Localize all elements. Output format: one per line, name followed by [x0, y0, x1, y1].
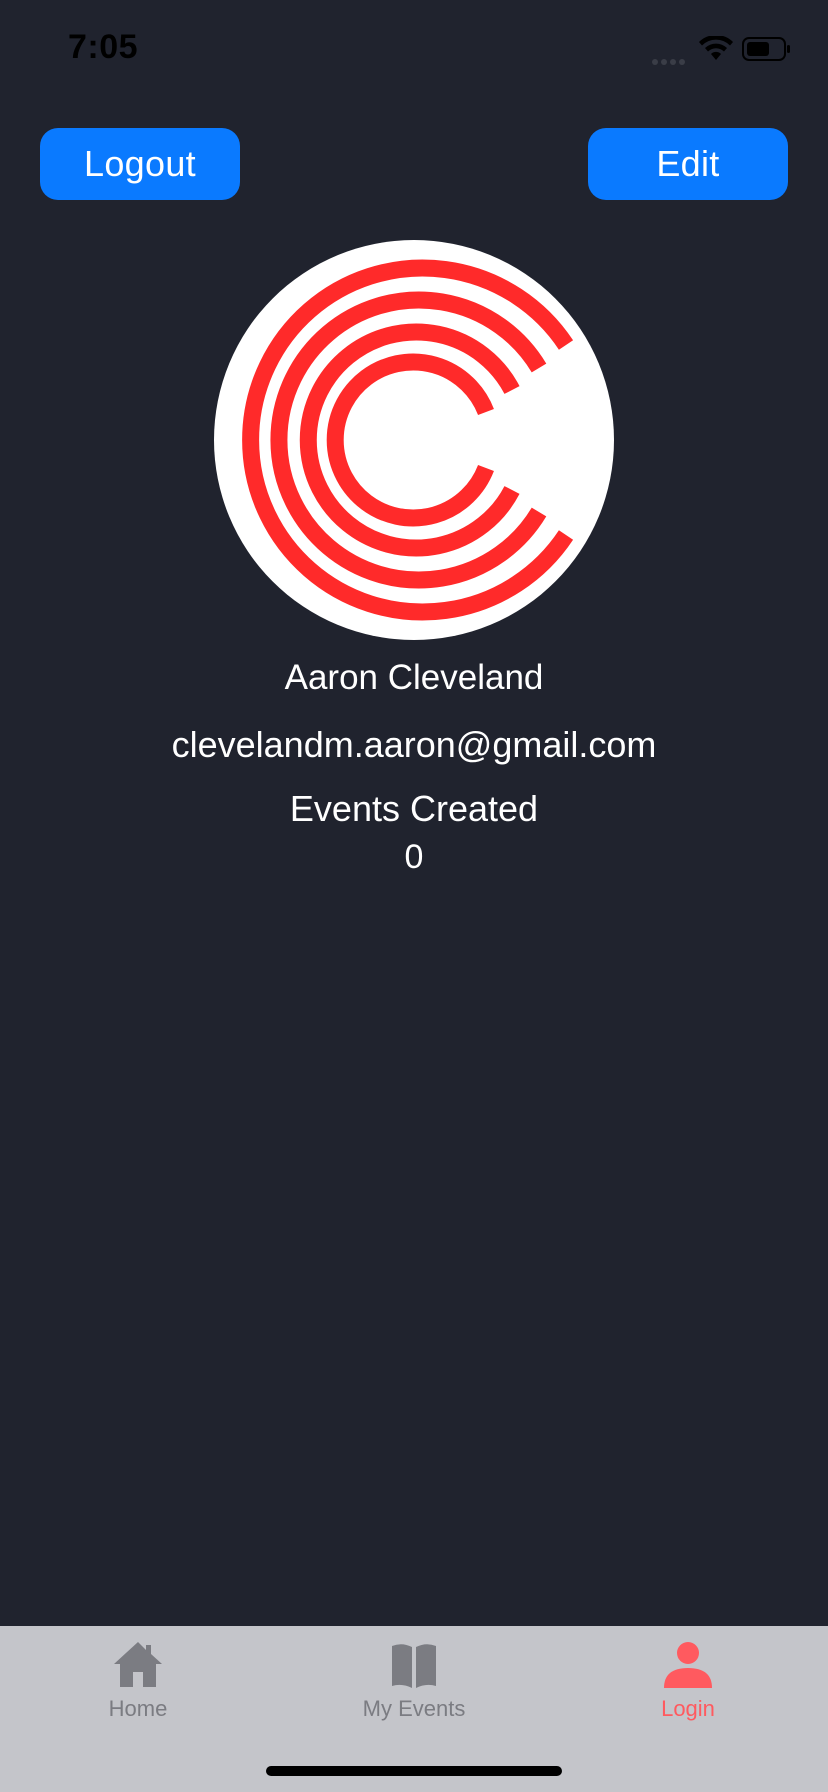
avatar	[214, 240, 614, 640]
events-created-label: Events Created	[289, 788, 539, 829]
battery-icon	[742, 37, 792, 61]
logout-button[interactable]: Logout	[40, 128, 240, 200]
user-name: Aaron Cleveland	[284, 658, 544, 697]
home-indicator[interactable]	[266, 1766, 562, 1776]
status-bar: 7:05	[0, 0, 828, 100]
tab-login-label: Login	[661, 1696, 715, 1721]
tab-home[interactable]: Home	[38, 1626, 238, 1726]
wifi-icon	[698, 34, 734, 62]
user-icon	[663, 1640, 713, 1690]
events-created-count: 0	[404, 838, 424, 876]
tab-home-label: Home	[108, 1696, 168, 1721]
tab-my-events-label: My Events	[362, 1696, 466, 1721]
user-email: clevelandm.aaron@gmail.com	[171, 724, 657, 765]
profile-screen: 7:05 Logout Edit Aaron Cleveland clevela…	[0, 0, 828, 1792]
home-icon	[113, 1640, 163, 1690]
c-logo-icon	[242, 259, 574, 621]
tab-my-events[interactable]: My Events	[314, 1626, 514, 1726]
cellular-signal-icon	[652, 52, 690, 65]
status-time: 7:05	[68, 28, 139, 66]
edit-button[interactable]: Edit	[588, 128, 788, 200]
tab-login[interactable]: Login	[588, 1626, 788, 1726]
book-icon	[389, 1640, 439, 1690]
